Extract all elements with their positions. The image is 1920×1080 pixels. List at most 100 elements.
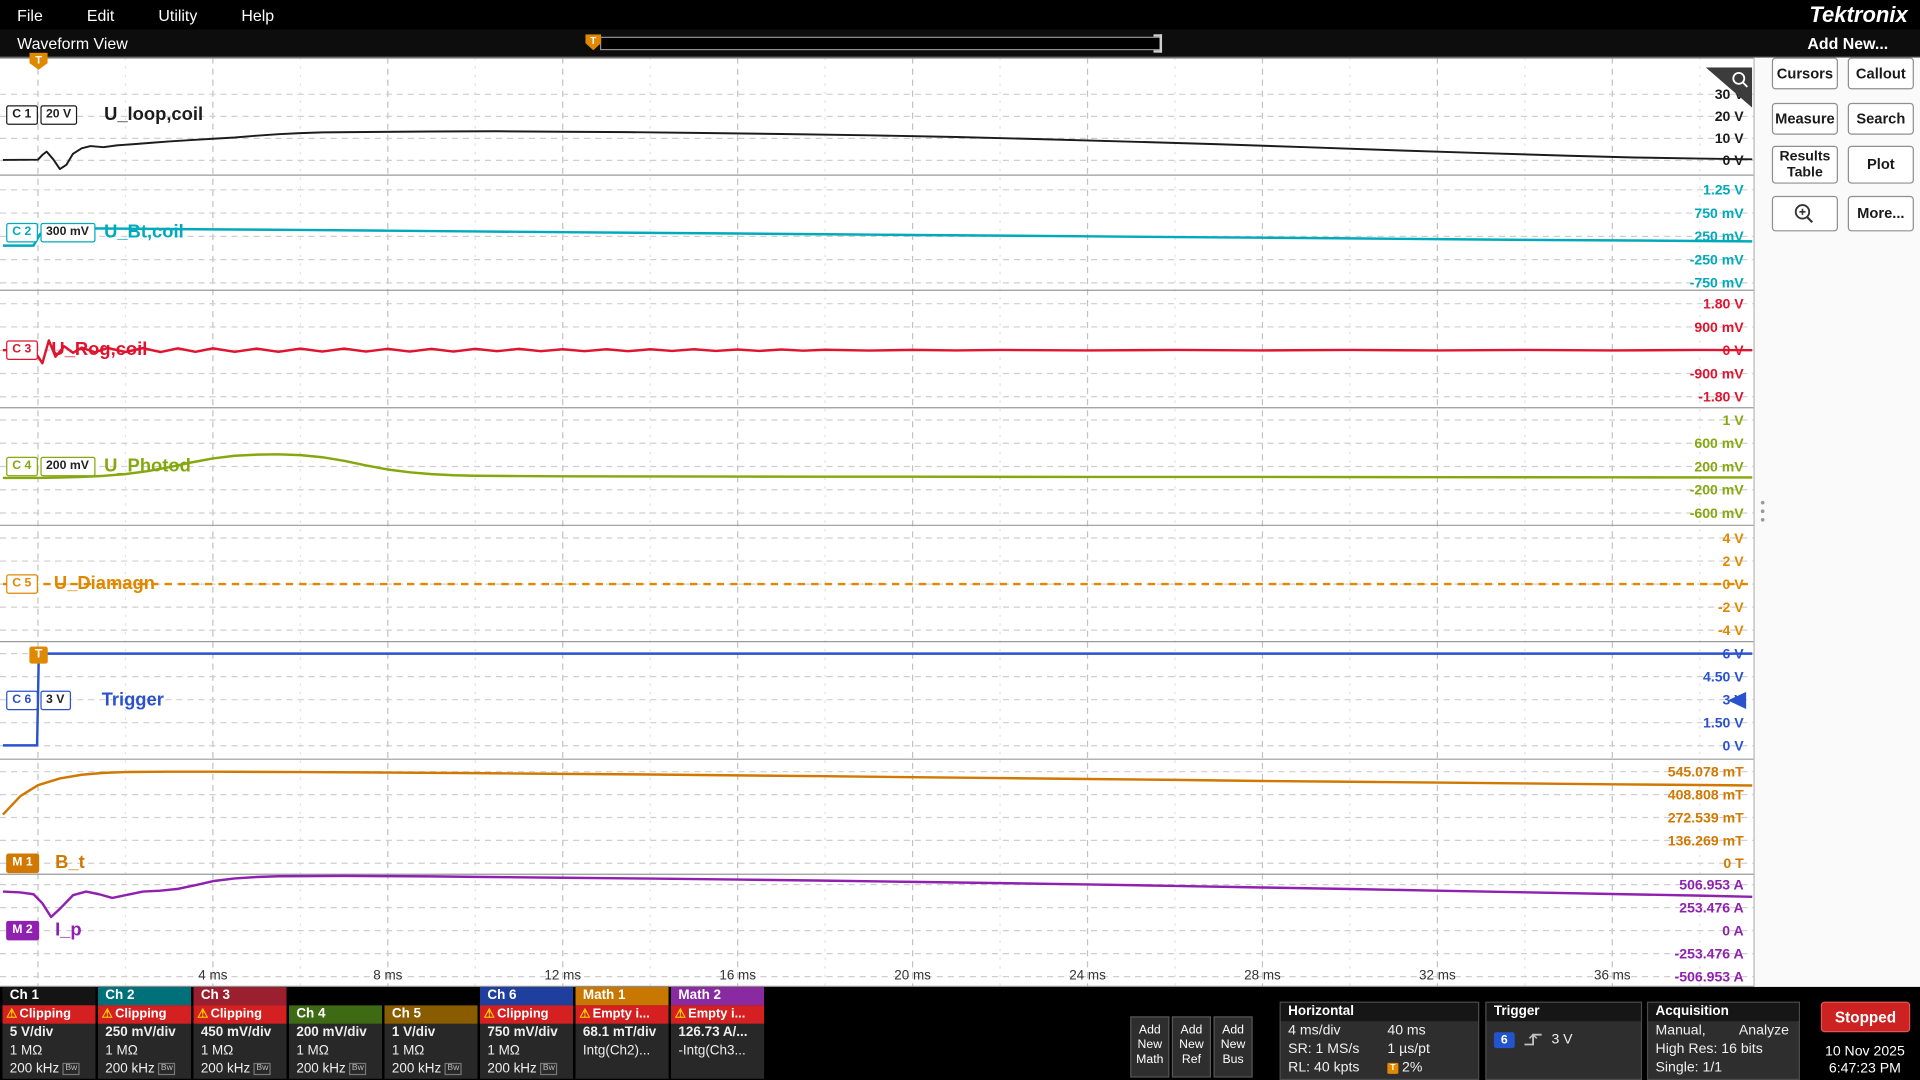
- waveform-graticule[interactable]: 30 V20 V10 V0 V1.25 V750 mV250 mV-250 mV…: [0, 58, 1753, 987]
- magnifier-plus-icon: [1791, 201, 1818, 225]
- trigger-marker-icon[interactable]: T: [29, 647, 47, 664]
- channel-handle-ch5[interactable]: C 5: [6, 574, 40, 594]
- acquisition-panel[interactable]: Acquisition Manual,Analyze High Res: 16 …: [1647, 1002, 1800, 1080]
- channel-badge-m2[interactable]: M 2: [6, 921, 39, 941]
- menu-utility[interactable]: Utility: [158, 6, 197, 24]
- channel-scale-ch2[interactable]: 300 mV: [40, 223, 95, 243]
- callout-button[interactable]: Callout: [1848, 58, 1914, 90]
- add-new-ref-button[interactable]: AddNewRef: [1172, 1016, 1211, 1077]
- badge-title: Math 1: [576, 987, 669, 1005]
- channel-handle-ch6[interactable]: C 63 V: [6, 691, 73, 711]
- channel-label-m2: I_p: [55, 920, 82, 941]
- channel-badge-m1[interactable]: M 1: [6, 853, 39, 873]
- warning-icon: ⚠: [579, 1008, 590, 1021]
- settings-badge-ch-3[interactable]: Ch 3⚠Clipping450 mV/div1 MΩ200 kHzBw: [193, 987, 286, 1079]
- badge-setting: 1 V/div: [384, 1024, 477, 1042]
- record-view-bar[interactable]: [600, 37, 1161, 50]
- channel-badge-ch3[interactable]: C 3: [6, 340, 37, 360]
- scale-label-ch2: -750 mV: [1690, 275, 1745, 291]
- settings-badge-ch-2[interactable]: Ch 2⚠Clipping250 mV/div1 MΩ200 kHzBw: [98, 987, 191, 1079]
- record-length: RL: 40 kpts: [1288, 1060, 1359, 1075]
- acquisition-resolution: High Res: 16 bits: [1648, 1040, 1799, 1058]
- settings-badge-ch-6[interactable]: Ch 6⚠Clipping750 mV/div1 MΩ200 kHzBw: [480, 987, 573, 1079]
- badge-title: Ch 5: [384, 1005, 477, 1023]
- trace-ch1[interactable]: [3, 131, 1752, 169]
- scale-label-m2: -253.476 A: [1675, 946, 1744, 962]
- results-table-button[interactable]: Results Table: [1772, 146, 1838, 184]
- badge-setting: 250 mV/div: [98, 1024, 191, 1042]
- channel-scale-ch4[interactable]: 200 mV: [40, 457, 95, 477]
- channel-badge-ch6[interactable]: C 6: [6, 691, 37, 711]
- add-new-math-button[interactable]: AddNewMath: [1130, 1016, 1169, 1077]
- record-view-end-bracket: [1153, 34, 1162, 52]
- trace-m1[interactable]: [3, 772, 1752, 815]
- menu-edit[interactable]: Edit: [87, 6, 114, 24]
- measure-button[interactable]: Measure: [1772, 103, 1838, 135]
- settings-badge-ch-1[interactable]: Ch 1⚠Clipping5 V/div1 MΩ200 kHzBw: [2, 987, 95, 1079]
- zoom-scale-button[interactable]: [1772, 196, 1838, 232]
- time-label: 28 ms: [1244, 968, 1281, 983]
- settings-badge-ch-5[interactable]: Ch 51 V/div1 MΩ200 kHzBw: [384, 1005, 477, 1078]
- settings-badge-ch-4[interactable]: Ch 4200 mV/div1 MΩ200 kHzBw: [289, 1005, 382, 1078]
- channel-handle-m2[interactable]: M 2: [6, 921, 41, 941]
- badge-setting: 1 MΩ: [384, 1042, 477, 1060]
- badge-setting: 126.73 A/...: [671, 1024, 764, 1042]
- scale-label-ch2: 250 mV: [1694, 228, 1744, 244]
- trigger-panel[interactable]: Trigger 6 3 V: [1485, 1002, 1642, 1080]
- channel-badge-ch2[interactable]: C 2: [6, 223, 37, 243]
- channel-label-ch6: Trigger: [102, 689, 164, 710]
- waveform-view[interactable]: 30 V20 V10 V0 V1.25 V750 mV250 mV-250 mV…: [0, 58, 1753, 987]
- bandwidth-limit-icon: Bw: [349, 1063, 366, 1075]
- warning-badge: ⚠Empty i...: [576, 1005, 669, 1023]
- trigger-panel-title: Trigger: [1487, 1003, 1641, 1021]
- trace-ch3[interactable]: [3, 340, 1752, 363]
- menu-bar: File Edit Utility Help Tektronix: [0, 0, 1920, 29]
- tab-waveform-view[interactable]: Waveform View: [17, 34, 128, 52]
- channel-badge-ch5[interactable]: C 5: [6, 574, 37, 594]
- badge-setting: 200 mV/div: [289, 1024, 382, 1042]
- trigger-level-arrow-icon[interactable]: [1728, 692, 1746, 709]
- channel-scale-ch6[interactable]: 3 V: [40, 691, 71, 711]
- add-new-label[interactable]: Add New...: [1807, 34, 1888, 52]
- warning-icon: ⚠: [675, 1008, 686, 1021]
- more-button[interactable]: More...: [1848, 196, 1914, 232]
- rising-edge-icon: [1523, 1031, 1543, 1048]
- channel-handle-ch1[interactable]: C 120 V: [6, 105, 80, 125]
- menu-help[interactable]: Help: [241, 6, 274, 24]
- plot-button[interactable]: Plot: [1848, 146, 1914, 184]
- scale-label-ch6: 0 V: [1723, 738, 1745, 754]
- badge-setting: 1 MΩ: [98, 1042, 191, 1060]
- scale-label-m2: 0 A: [1722, 923, 1743, 939]
- run-stop-status-button[interactable]: Stopped: [1821, 1002, 1910, 1033]
- channel-label-ch5: U_Diamagn: [54, 573, 155, 594]
- right-sidebar: Cursors Callout Measure Search Results T…: [1753, 58, 1920, 987]
- badge-title: Ch 3: [193, 987, 286, 1005]
- channel-scale-ch1[interactable]: 20 V: [40, 105, 77, 125]
- channel-handle-ch3[interactable]: C 3: [6, 340, 40, 360]
- channel-handle-ch4[interactable]: C 4200 mV: [6, 457, 97, 477]
- menu-file[interactable]: File: [17, 6, 43, 24]
- add-new-bus-button[interactable]: AddNewBus: [1213, 1016, 1252, 1077]
- settings-badge-math-1[interactable]: Math 1⚠Empty i...68.1 mT/divIntg(Ch2)...: [576, 987, 669, 1079]
- channel-badge-ch4[interactable]: C 4: [6, 457, 37, 477]
- horizontal-panel[interactable]: Horizontal 4 ms/div40 ms SR: 1 MS/s1 µs/…: [1280, 1002, 1480, 1080]
- trigger-position-icon: T: [1387, 1062, 1398, 1073]
- channel-badge-ch1[interactable]: C 1: [6, 105, 37, 125]
- acquisition-single: Single: 1/1: [1648, 1058, 1799, 1076]
- badge-title: Ch 1: [2, 987, 95, 1005]
- scale-label-ch5: 2 V: [1723, 553, 1745, 569]
- badge-setting: 68.1 mT/div: [576, 1024, 669, 1042]
- settings-badge-math-2[interactable]: Math 2⚠Empty i...126.73 A/...-Intg(Ch3..…: [671, 987, 764, 1079]
- badge-setting: 200 kHzBw: [480, 1060, 573, 1078]
- tektronix-logo: Tektronix: [1809, 2, 1907, 28]
- cursors-button[interactable]: Cursors: [1772, 58, 1838, 90]
- panel-splitter-handle[interactable]: [1757, 496, 1768, 527]
- horizontal-scale: 4 ms/div: [1288, 1024, 1340, 1039]
- datetime: 10 Nov 2025 6:47:23 PM: [1812, 1043, 1917, 1077]
- search-button[interactable]: Search: [1848, 103, 1914, 135]
- warning-badge: ⚠Clipping: [193, 1005, 286, 1023]
- warning-icon: ⚠: [6, 1008, 17, 1021]
- trace-m2[interactable]: [3, 876, 1752, 917]
- channel-handle-m1[interactable]: M 1: [6, 853, 41, 873]
- channel-handle-ch2[interactable]: C 2300 mV: [6, 223, 97, 243]
